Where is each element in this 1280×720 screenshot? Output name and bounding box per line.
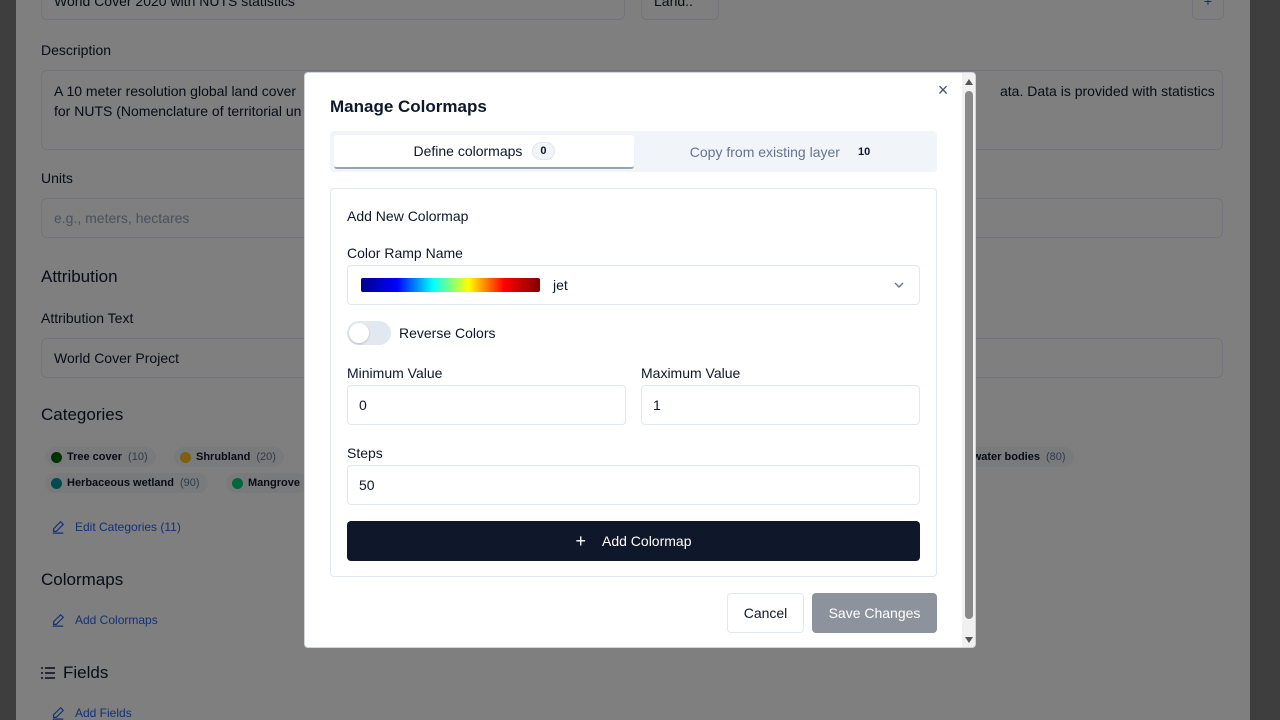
color-ramp-select[interactable]: jet: [347, 265, 920, 305]
color-ramp-preview: [361, 278, 540, 292]
steps-label: Steps: [347, 445, 383, 461]
tab-define-colormaps[interactable]: Define colormaps 0: [334, 135, 634, 169]
steps-input[interactable]: 50: [347, 465, 920, 505]
save-changes-button[interactable]: Save Changes: [812, 593, 937, 633]
cancel-button[interactable]: Cancel: [727, 593, 804, 633]
scroll-up-arrow-icon[interactable]: [965, 79, 973, 85]
add-colormap-button[interactable]: + Add Colormap: [347, 521, 920, 561]
close-icon[interactable]: ×: [935, 81, 951, 99]
add-colormap-card: Add New Colormap Color Ramp Name jet Rev…: [330, 188, 937, 577]
ramp-name-label: Color Ramp Name: [347, 245, 463, 261]
colormap-tabs: Define colormaps 0 Copy from existing la…: [330, 131, 937, 172]
max-value-input[interactable]: 1: [641, 385, 920, 425]
min-value-input[interactable]: 0: [347, 385, 626, 425]
dialog-title: Manage Colormaps: [330, 97, 487, 116]
plus-icon: +: [575, 531, 586, 551]
tab-count-badge: 10: [857, 146, 871, 158]
card-title: Add New Colormap: [347, 208, 469, 224]
dialog-scrollbar[interactable]: [962, 73, 975, 647]
reverse-colors-toggle[interactable]: [347, 321, 391, 345]
manage-colormaps-dialog: Manage Colormaps × Define colormaps 0 Co…: [304, 72, 976, 648]
tab-count-badge: 0: [532, 142, 555, 160]
scroll-thumb[interactable]: [965, 91, 973, 619]
max-value-label: Maximum Value: [641, 365, 741, 381]
reverse-colors-label: Reverse Colors: [399, 325, 496, 341]
min-value-label: Minimum Value: [347, 365, 443, 381]
toggle-knob: [349, 323, 369, 343]
chevron-down-icon: [894, 282, 904, 288]
scroll-down-arrow-icon[interactable]: [965, 637, 973, 643]
tab-copy-from-existing-layer[interactable]: Copy from existing layer 10: [634, 135, 934, 169]
